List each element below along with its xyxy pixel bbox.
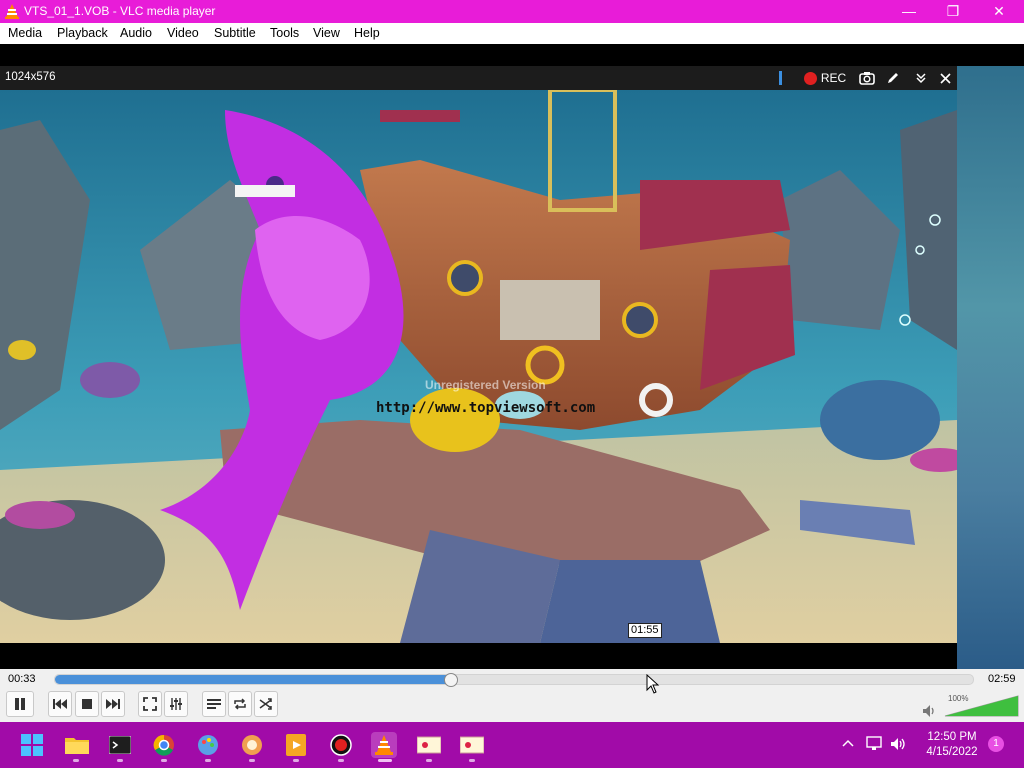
- close-button[interactable]: ✕: [976, 0, 1022, 23]
- fullscreen-button[interactable]: [138, 691, 162, 717]
- recorder-button[interactable]: [328, 732, 354, 758]
- vlc-taskbar-button[interactable]: [371, 732, 397, 758]
- running-indicator: [205, 759, 211, 762]
- certificate-icon: [417, 736, 441, 754]
- loop-icon: [234, 698, 246, 710]
- pen-icon[interactable]: [882, 66, 904, 90]
- playlist-icon: [207, 699, 221, 709]
- menu-view[interactable]: View: [313, 26, 340, 40]
- file-explorer-button[interactable]: [64, 732, 90, 758]
- watermark-url-text: http://www.topviewsoft.com: [376, 400, 596, 416]
- video-area[interactable]: 1024x576 REC Unregistered Version http:/…: [0, 44, 1024, 669]
- chrome-icon: [153, 734, 174, 756]
- chrome-button[interactable]: [151, 732, 177, 758]
- elapsed-time: 00:33: [8, 673, 36, 685]
- marker-icon: [776, 66, 784, 90]
- vlc-cone-icon: [375, 735, 393, 755]
- total-time: 02:59: [988, 673, 1016, 685]
- running-indicator: [117, 759, 123, 762]
- clock-time: 12:50 PM: [927, 731, 977, 743]
- active-indicator: [378, 759, 392, 762]
- photos-icon: [242, 735, 262, 755]
- stop-icon: [82, 699, 92, 709]
- overlay-close-icon[interactable]: [934, 66, 956, 90]
- collapse-icon[interactable]: [910, 66, 932, 90]
- seek-slider-fill: [55, 675, 450, 684]
- mouse-cursor-icon: [646, 674, 660, 694]
- window-title: VTS_01_1.VOB - VLC media player: [24, 4, 216, 18]
- running-indicator: [338, 759, 344, 762]
- maximize-button[interactable]: ❐: [930, 0, 976, 23]
- extended-settings-button[interactable]: [164, 691, 188, 717]
- app-window-1-button[interactable]: [416, 732, 442, 758]
- menu-media[interactable]: Media: [8, 26, 42, 40]
- running-indicator: [293, 759, 299, 762]
- start-button[interactable]: [19, 732, 45, 758]
- app-window-2-button[interactable]: [459, 732, 485, 758]
- system-clock[interactable]: 12:50 PM 4/15/2022: [914, 730, 990, 760]
- seek-time-tooltip: 01:55: [628, 623, 662, 638]
- clock-date: 4/15/2022: [926, 746, 978, 758]
- pause-icon: [15, 698, 25, 710]
- skip-back-icon: [53, 699, 67, 709]
- video-scene-image: [0, 90, 957, 643]
- menu-subtitle[interactable]: Subtitle: [214, 26, 256, 40]
- speaker-icon[interactable]: [922, 704, 938, 718]
- shuffle-button[interactable]: [254, 691, 278, 717]
- menu-help[interactable]: Help: [354, 26, 380, 40]
- pause-button[interactable]: [6, 691, 34, 717]
- shuffle-icon: [259, 698, 272, 710]
- video-frame: Unregistered Version http://www.topviews…: [0, 90, 957, 643]
- video-app-icon: [286, 734, 306, 756]
- volume-slider[interactable]: [944, 694, 1020, 718]
- next-button[interactable]: [101, 691, 125, 717]
- video-edge-strip: [957, 66, 1024, 669]
- seek-slider-knob[interactable]: [443, 673, 458, 687]
- title-bar: VTS_01_1.VOB - VLC media player — ❐ ✕: [0, 0, 1024, 23]
- chevron-up-icon[interactable]: [842, 739, 854, 747]
- certificate-icon: [460, 736, 484, 754]
- media-app-button[interactable]: [283, 732, 309, 758]
- rec-label: REC: [820, 71, 847, 85]
- menu-bar: Media Playback Audio Video Subtitle Tool…: [0, 23, 1024, 44]
- terminal-button[interactable]: [107, 732, 133, 758]
- fullscreen-icon: [143, 697, 157, 711]
- windows-logo-icon: [21, 734, 43, 756]
- running-indicator: [249, 759, 255, 762]
- equalizer-icon: [170, 698, 182, 710]
- running-indicator: [469, 759, 475, 762]
- paint-palette-icon: [198, 735, 218, 755]
- resolution-label: 1024x576: [5, 71, 56, 83]
- player-controls: 00:33 02:59 100%: [0, 669, 1024, 722]
- previous-button[interactable]: [48, 691, 72, 717]
- vlc-cone-icon: [5, 4, 19, 19]
- skip-forward-icon: [106, 699, 120, 709]
- paint-button[interactable]: [195, 732, 221, 758]
- watermark-faint-text: Unregistered Version: [425, 378, 546, 392]
- stop-button[interactable]: [75, 691, 99, 717]
- menu-tools[interactable]: Tools: [270, 26, 299, 40]
- network-icon[interactable]: [866, 736, 884, 752]
- rec-dot-icon: [803, 71, 817, 85]
- taskbar: 12:50 PM 4/15/2022: [0, 722, 1024, 768]
- running-indicator: [161, 759, 167, 762]
- recorder-overlay-bar: 1024x576 REC: [0, 66, 957, 90]
- playlist-button[interactable]: [202, 691, 226, 717]
- seek-slider[interactable]: [54, 673, 974, 687]
- minimize-button[interactable]: —: [886, 0, 932, 23]
- speaker-icon[interactable]: [890, 736, 908, 752]
- menu-video[interactable]: Video: [167, 26, 199, 40]
- photos-button[interactable]: [239, 732, 265, 758]
- menu-playback[interactable]: Playback: [57, 26, 108, 40]
- menu-audio[interactable]: Audio: [120, 26, 152, 40]
- running-indicator: [426, 759, 432, 762]
- record-icon: [330, 734, 352, 756]
- terminal-icon: [109, 736, 131, 754]
- rec-button[interactable]: REC: [800, 66, 850, 90]
- notification-badge[interactable]: 1: [988, 736, 1004, 752]
- running-indicator: [73, 759, 79, 762]
- loop-button[interactable]: [228, 691, 252, 717]
- folder-icon: [65, 738, 89, 754]
- camera-icon[interactable]: [856, 66, 878, 90]
